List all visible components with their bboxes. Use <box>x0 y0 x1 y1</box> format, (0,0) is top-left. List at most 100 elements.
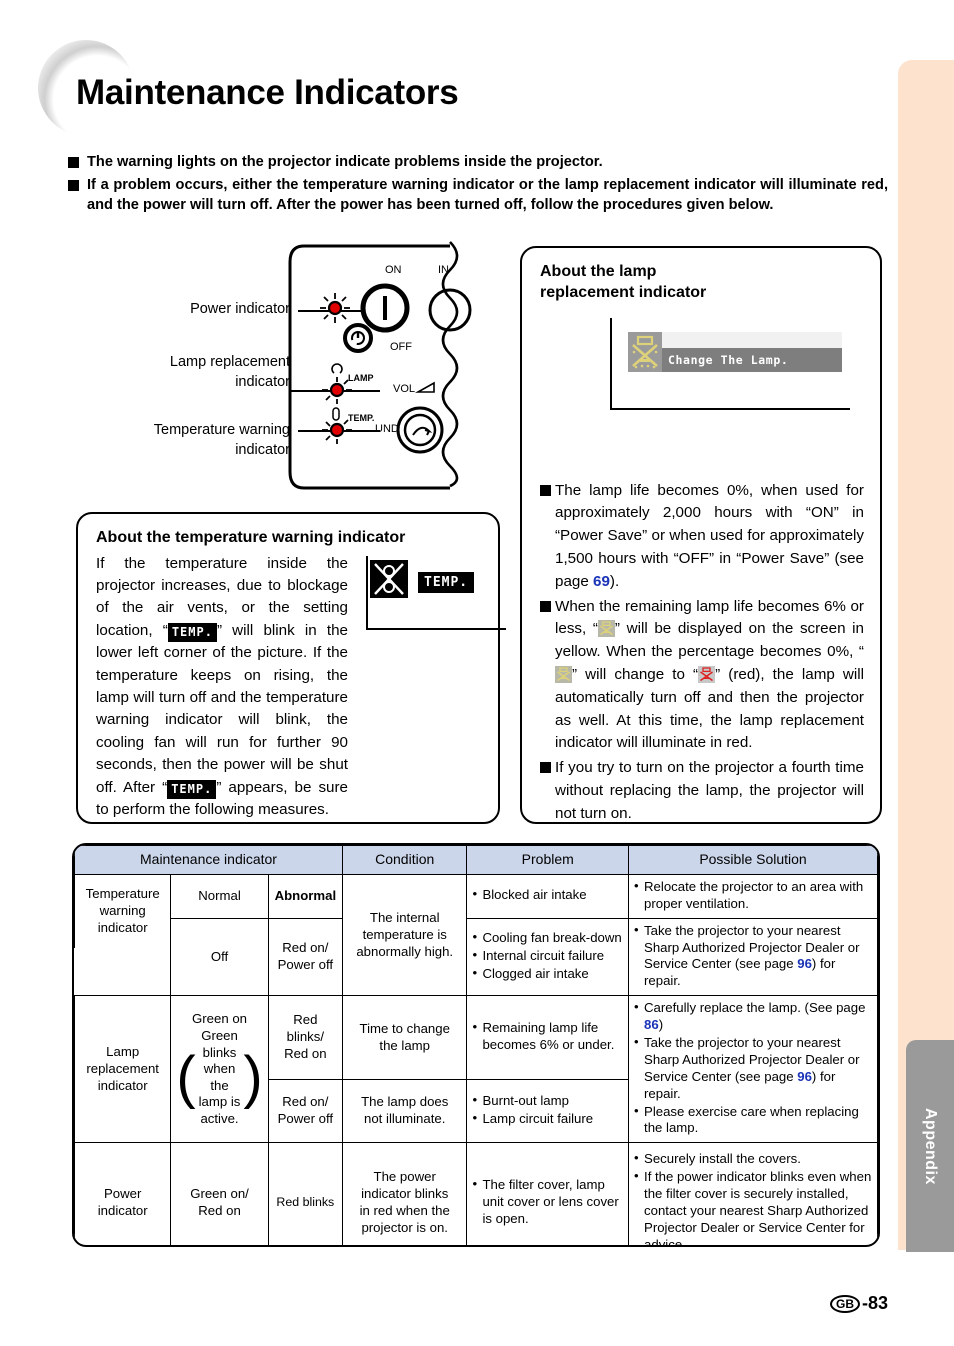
temp-inline-chip-2: TEMP. <box>167 779 217 800</box>
cell-temp-solution-a: Relocate the projector to an area with p… <box>628 873 878 919</box>
list-item: Lamp circuit failure <box>472 1110 623 1128</box>
list-item: Remaining lamp life becomes 6% or under. <box>472 1019 623 1054</box>
temp-osd-chip: TEMP. <box>418 572 475 593</box>
lamp-osd-illustration: Change The Lamp. <box>610 318 860 418</box>
list-item: Clogged air intake <box>472 965 623 983</box>
osd-frame-horizontal <box>610 408 850 410</box>
intro-bullet-item: If a problem occurs, either the temperat… <box>68 175 888 216</box>
svg-text:LAMP: LAMP <box>348 373 374 383</box>
square-bullet-icon <box>540 600 551 612</box>
lamp-bullet-item: When the remaining lamp life becomes 6% … <box>540 596 864 756</box>
projector-panel-diagram: Power indicator Lamp replacement indicato… <box>80 240 500 500</box>
list-item: Please exercise care when replacing the … <box>634 1103 872 1138</box>
cell-power-solution: Securely install the covers. If the powe… <box>628 1142 878 1245</box>
cell-temp-normal: Off <box>170 918 269 997</box>
lamp-bullet-text-2: When the remaining lamp life becomes 6% … <box>555 597 865 752</box>
page-ref-96[interactable]: 96 <box>797 1069 812 1084</box>
table-row: Off Red on/ Power off Cooling fan break-… <box>75 917 878 997</box>
page-ref-86[interactable]: 86 <box>644 1017 659 1032</box>
cell-temp-indicator-name: Temperature warning indicator <box>74 874 172 948</box>
cell-power-problem: The filter cover, lamp unit cover or len… <box>466 1142 630 1245</box>
lamp-bullet-item: The lamp life becomes 0%, when used for … <box>540 480 864 594</box>
lamp-bullet-item: If you try to turn on the projector a fo… <box>540 757 864 825</box>
temp-warning-icon <box>370 560 408 598</box>
lamp-change-icon <box>628 332 662 372</box>
svg-text:OFF: OFF <box>390 341 412 353</box>
cell-temp-abnormal: Red on/ Power off <box>267 917 343 997</box>
header-condition: Condition <box>341 845 468 875</box>
page-ref-96[interactable]: 96 <box>797 956 812 971</box>
list-item: Relocate the projector to an area with p… <box>634 878 872 913</box>
square-bullet-icon <box>540 484 551 496</box>
table-header-row: Maintenance indicator Condition Problem … <box>74 845 878 875</box>
temperature-box-title: About the temperature warning indicator <box>96 529 406 546</box>
intro-bullet-text: The warning lights on the projector indi… <box>87 154 603 170</box>
brace-right: ) <box>243 1044 263 1110</box>
table-row: Temperature warning indicator Normal Abn… <box>74 873 878 997</box>
svg-text:TEMP.: TEMP. <box>348 413 374 423</box>
cell-temp-condition: The internal temperature is abnormally h… <box>341 873 468 997</box>
temp-body-part-2: ” will blink in the lower left corner of… <box>96 621 348 796</box>
brace-text: Green blinks when the lamp is active. <box>198 1028 241 1126</box>
diagram-label-temp: Temperature warning indicator <box>153 422 290 458</box>
header-problem: Problem <box>466 845 630 875</box>
cell-subheader-normal: Normal <box>170 873 269 919</box>
osd-frame-vertical <box>610 318 612 410</box>
cell-lamp-abnormal-2: Red on/ Power off <box>267 1079 343 1144</box>
diagram-label-lamp: Lamp replacement indicator <box>169 354 290 390</box>
table-row: Lamp replacement indicator Green on ( Gr… <box>74 995 878 1144</box>
cell-lamp-problem-1: Remaining lamp life becomes 6% or under. <box>466 995 630 1081</box>
intro-bullet-item: The warning lights on the projector indi… <box>68 152 888 173</box>
temp-inline-chip-1: TEMP. <box>167 622 217 643</box>
list-item: The filter cover, lamp unit cover or len… <box>472 1176 623 1228</box>
page-ref-69[interactable]: 69 <box>593 573 610 590</box>
list-item: Internal circuit failure <box>472 947 623 965</box>
maintenance-indicator-table: Maintenance indicator Condition Problem … <box>72 843 880 1247</box>
cell-lamp-condition-2: The lamp does not illuminate. <box>341 1079 468 1144</box>
lamp-x-icon <box>597 620 615 638</box>
intro-bullet-text: If a problem occurs, either the temperat… <box>87 176 888 214</box>
cell-subheader-abnormal: Abnormal <box>267 873 343 919</box>
lamp-bullet-text-1: The lamp life becomes 0%, when used for … <box>555 481 864 590</box>
lamp-normal-brace: ( Green blinks when the lamp is active. ) <box>176 1028 262 1127</box>
cell-power-condition: The power indicator blinks in red when t… <box>341 1142 468 1245</box>
projector-control-panel-svg: ON IN OFF VOL UNDO LAMP TEMP. <box>288 241 472 490</box>
page-footer: GB -83 <box>829 1293 888 1314</box>
osd-frame-vertical <box>366 556 368 630</box>
lamp-x-icon-red <box>698 665 716 683</box>
cell-lamp-problem-2: Burnt-out lamp Lamp circuit failure <box>466 1079 630 1144</box>
lamp-bullet-text-3: If you try to turn on the projector a fo… <box>555 759 864 822</box>
region-badge: GB <box>829 1294 860 1313</box>
page-title: Maintenance Indicators <box>76 73 459 113</box>
list-item: Blocked air intake <box>472 886 623 904</box>
cell-temp-problem-b: Cooling fan break-down Internal circuit … <box>466 917 630 997</box>
cell-lamp-condition-1: Time to change the lamp <box>341 995 468 1081</box>
osd-frame-horizontal <box>366 628 506 630</box>
lamp-box-title: About the lamp replacement indicator <box>540 263 707 301</box>
cell-temp-problem-a: Blocked air intake <box>466 873 630 919</box>
cell-lamp-solution: Carefully replace the lamp. (See page 86… <box>628 995 878 1144</box>
temperature-warning-info-box: About the temperature warning indicator … <box>76 512 506 824</box>
diagram-label-power: Power indicator <box>190 301 290 317</box>
temperature-osd-illustration: TEMP. <box>362 556 512 634</box>
cell-lamp-indicator-name: Lamp replacement indicator <box>74 995 172 1144</box>
square-bullet-icon <box>68 157 79 168</box>
osd-change-lamp-message: Change The Lamp. <box>662 348 842 372</box>
appendix-tab-label: Appendix <box>922 1107 939 1185</box>
page-number: -83 <box>861 1293 888 1313</box>
header-possible-solution: Possible Solution <box>628 845 878 875</box>
svg-text:IN: IN <box>438 264 449 276</box>
list-item: Burnt-out lamp <box>472 1092 623 1110</box>
appendix-section-tab[interactable]: Appendix <box>906 1040 954 1252</box>
lamp-x-icon <box>555 665 572 683</box>
lamp-box-bullet-list: The lamp life becomes 0%, when used for … <box>540 480 864 826</box>
table-row: Power indicator Green on/ Red on Red bli… <box>74 1142 878 1245</box>
lamp-normal-top: Green on <box>192 1011 248 1027</box>
svg-text:ON: ON <box>385 264 402 276</box>
cell-power-indicator-name: Power indicator <box>74 1142 172 1245</box>
temperature-box-body: If the temperature inside the projector … <box>96 553 348 822</box>
list-item: Take the projector to your nearest Sharp… <box>634 922 872 991</box>
list-item: Cooling fan break-down <box>472 929 623 947</box>
cell-lamp-abnormal-1: Red blinks/ Red on <box>267 995 343 1081</box>
list-item: Carefully replace the lamp. (See page 86… <box>634 999 872 1034</box>
